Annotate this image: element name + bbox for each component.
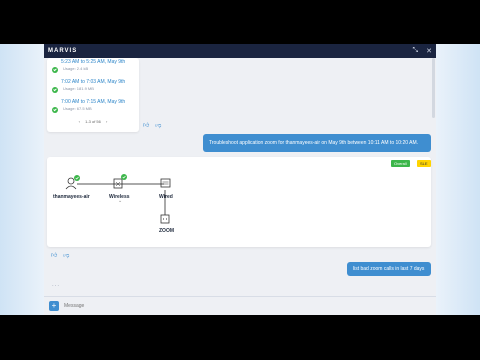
usage-history-card: 5:23 AM to 5:25 AM, May 9th Usage: 2.4 k… xyxy=(47,58,139,132)
video-frame: MARVIS ⤡ ✕ 5:23 AM to 5:25 AM, May 9th U… xyxy=(0,0,480,360)
session-time[interactable]: 5:23 AM to 5:25 AM, May 9th xyxy=(61,59,139,66)
scrollbar[interactable] xyxy=(432,58,435,118)
prev-page-button[interactable]: ‹ xyxy=(79,119,80,124)
topology-diagram: ⌄ xyxy=(65,174,171,224)
app-node-label[interactable]: ZOOM xyxy=(159,228,174,234)
background-right xyxy=(436,44,480,315)
app-icon xyxy=(160,214,170,224)
topology-card: Overall SLE ⌄ thanmayees-air Wireless Wi… xyxy=(47,157,431,247)
next-page-button[interactable]: › xyxy=(106,119,107,124)
background-left xyxy=(0,44,44,315)
check-icon xyxy=(52,87,58,93)
check-icon xyxy=(52,67,58,73)
list-item[interactable]: 7:00 AM to 7:15 AM, May 9th Usage: 67.5 … xyxy=(47,98,139,118)
marvis-chat-window: MARVIS ⤡ ✕ 5:23 AM to 5:25 AM, May 9th U… xyxy=(44,44,436,315)
wired-node-label[interactable]: Wired xyxy=(159,194,173,200)
thumbs-down-icon[interactable]: 👎︎ xyxy=(63,251,69,259)
brand-title: MARVIS xyxy=(48,48,78,54)
close-icon[interactable]: ✕ xyxy=(426,47,432,55)
list-item[interactable]: 7:02 AM to 7:03 AM, May 9th Usage: 181.9… xyxy=(47,78,139,98)
access-point-icon xyxy=(113,174,127,189)
user-message: Troubleshoot application zoom for thanma… xyxy=(203,134,431,152)
feedback-controls: 👍︎ 👎︎ xyxy=(51,251,69,259)
topbar-icons: ⤡ ✕ xyxy=(413,47,432,55)
minimize-icon[interactable]: ⤡ xyxy=(413,47,419,55)
page-indicator: 1-3 of 56 xyxy=(85,119,101,124)
wireless-node-label[interactable]: Wireless xyxy=(109,194,130,200)
laptop-icon xyxy=(65,175,80,190)
session-usage: Usage: 181.9 MB xyxy=(63,86,94,91)
list-item[interactable]: 5:23 AM to 5:25 AM, May 9th Usage: 2.4 k… xyxy=(47,58,139,78)
session-time[interactable]: 7:00 AM to 7:15 AM, May 9th xyxy=(61,99,139,106)
topbar: MARVIS ⤡ ✕ xyxy=(44,44,436,58)
session-usage: Usage: 2.4 kB xyxy=(63,66,89,71)
thumbs-up-icon[interactable]: 👍︎ xyxy=(51,251,57,259)
check-icon xyxy=(52,107,58,113)
plus-icon[interactable]: + xyxy=(49,301,59,311)
thumbs-down-icon[interactable]: 👎︎ xyxy=(155,121,161,129)
thumbs-up-icon[interactable]: 👍︎ xyxy=(143,121,149,129)
typing-indicator: ... xyxy=(52,282,61,288)
switch-icon xyxy=(160,178,171,188)
user-message: list bad zoom calls in last 7 days xyxy=(347,262,431,276)
pagination: ‹ 1-3 of 56 › xyxy=(47,119,139,124)
composer: + xyxy=(44,296,436,315)
client-node-label[interactable]: thanmayees-air xyxy=(53,194,90,200)
message-input[interactable] xyxy=(64,300,364,312)
session-usage: Usage: 67.5 MB xyxy=(63,106,92,111)
session-time[interactable]: 7:02 AM to 7:03 AM, May 9th xyxy=(61,79,139,86)
feedback-controls: 👍︎ 👎︎ xyxy=(143,121,161,129)
